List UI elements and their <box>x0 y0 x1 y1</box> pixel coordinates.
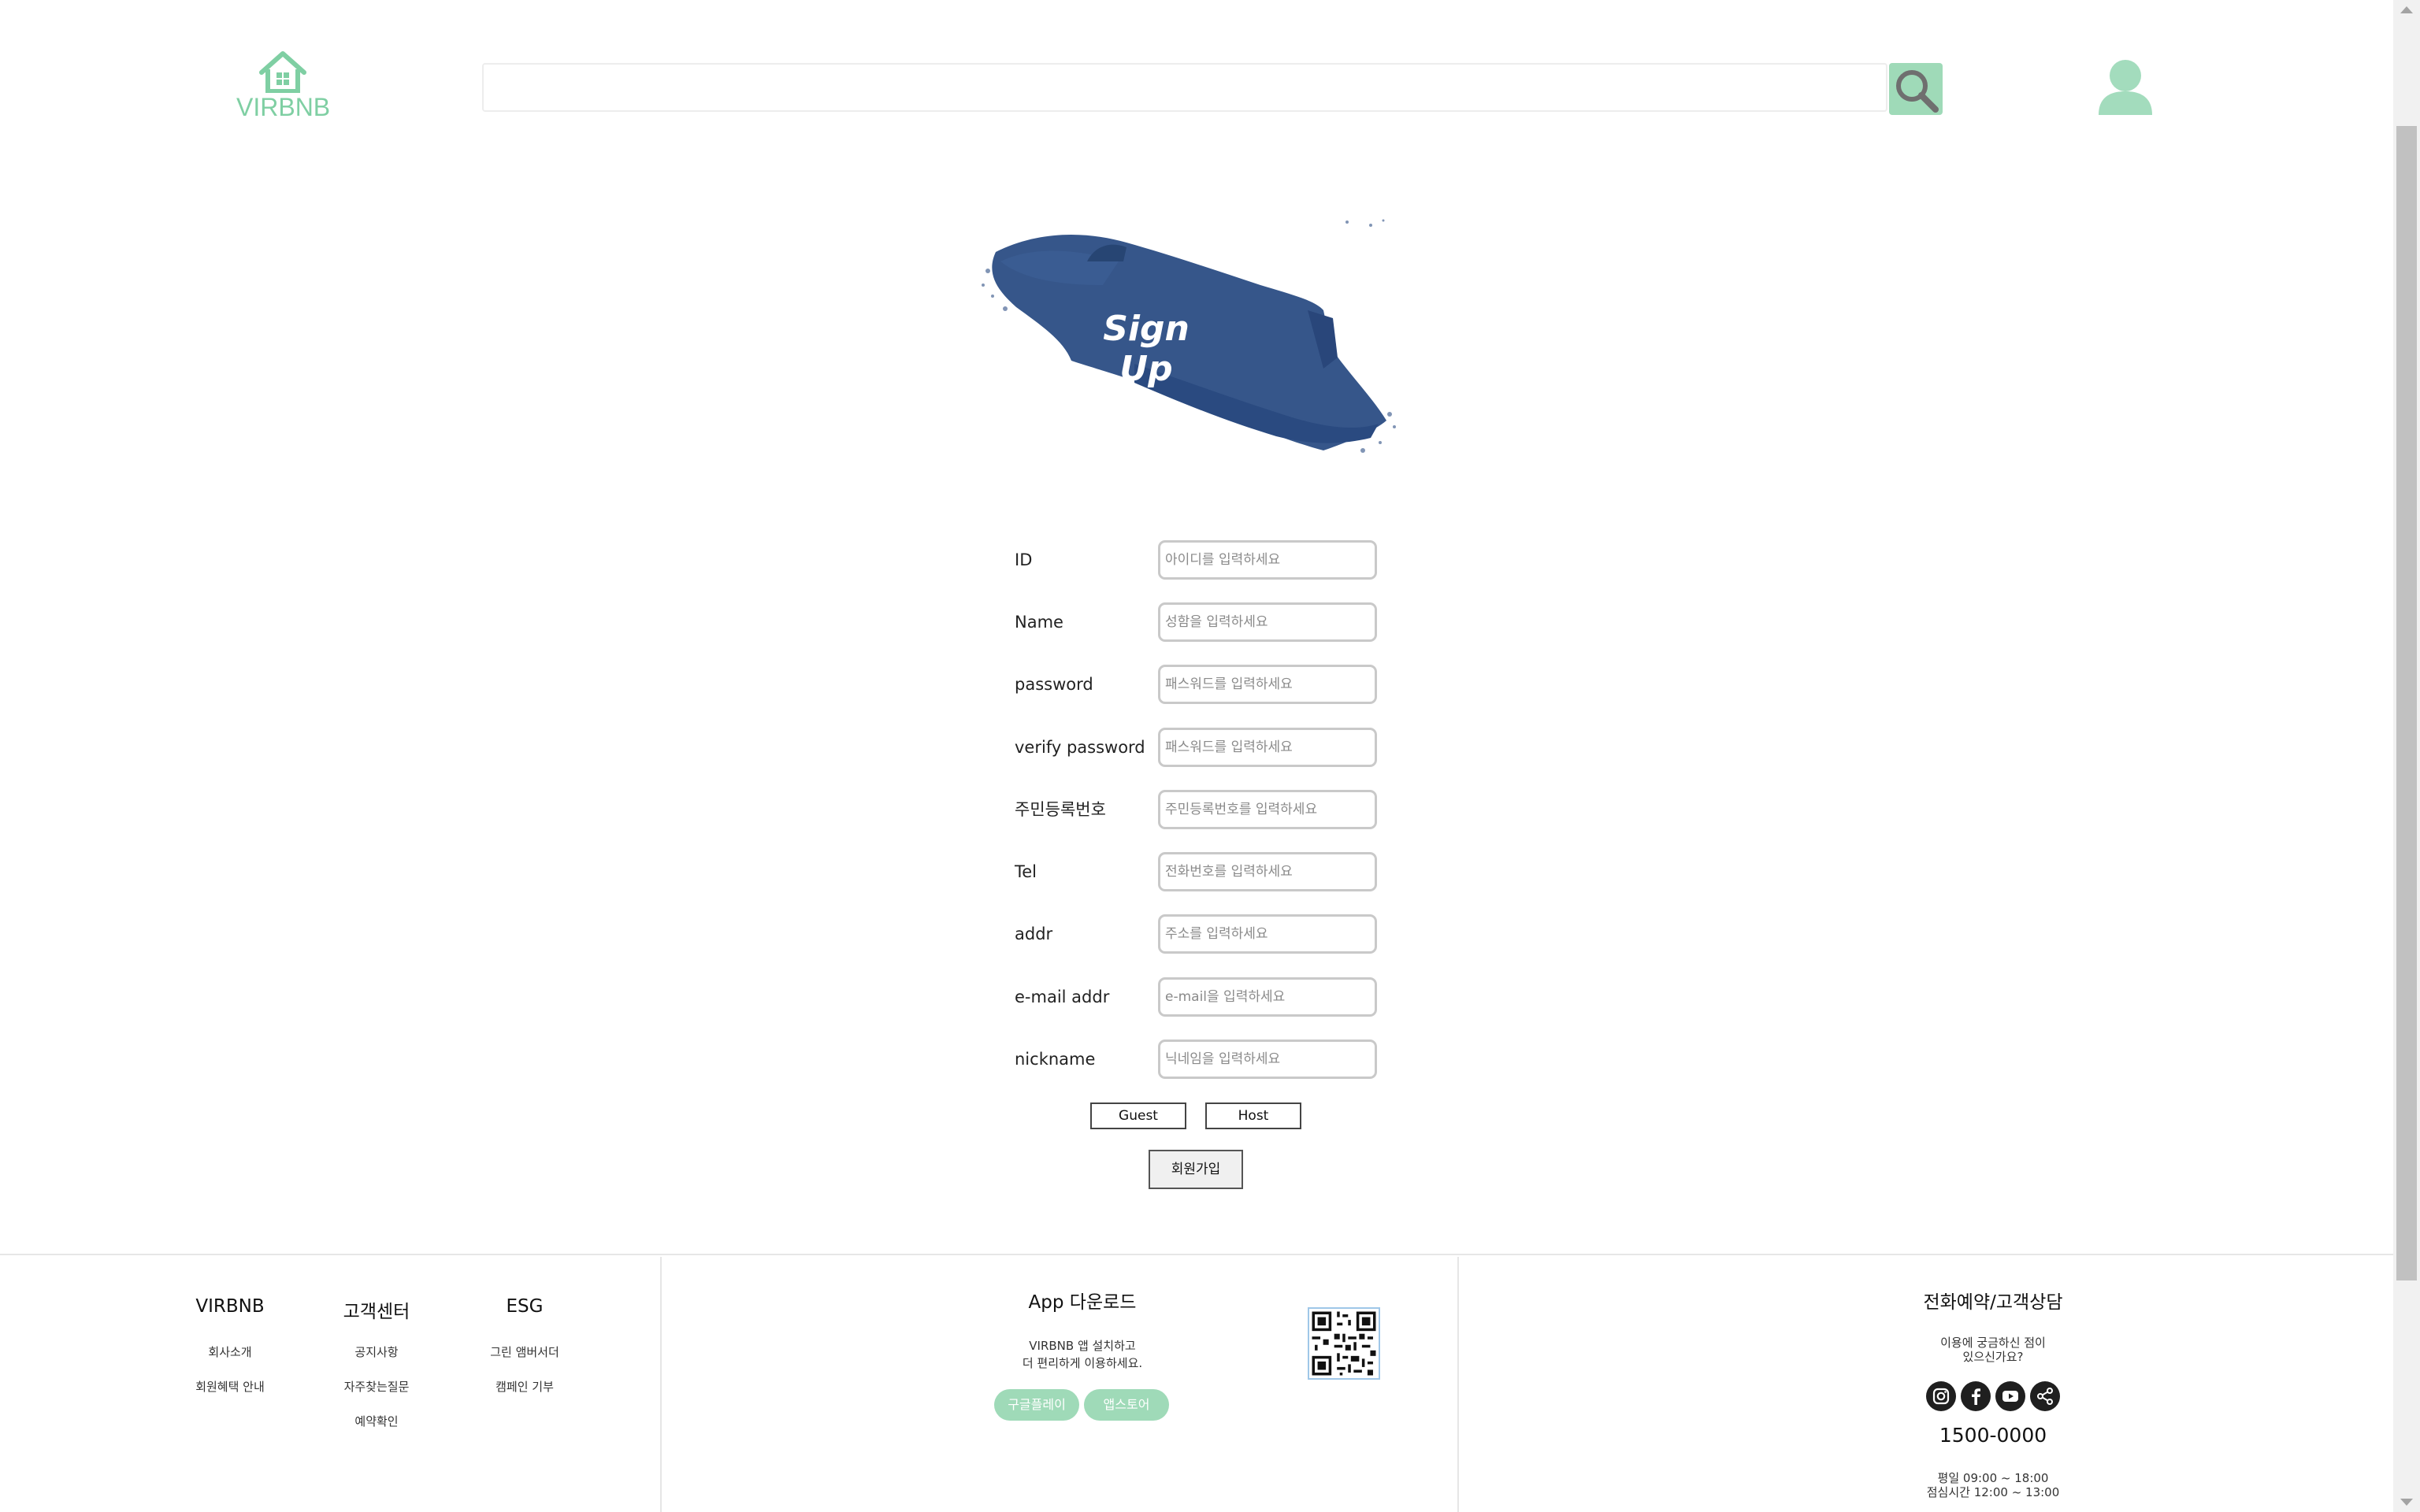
form-row-resident-number: 주민등록번호 <box>1013 790 1377 829</box>
footer-link-benefits[interactable]: 회원혜택 안내 <box>159 1378 301 1395</box>
field-label: addr <box>1015 925 1053 943</box>
footer-link-reservation[interactable]: 예약확인 <box>306 1413 447 1429</box>
field-label: Tel <box>1015 862 1037 881</box>
field-label: nickname <box>1015 1050 1096 1069</box>
footer-link-notice[interactable]: 공지사항 <box>306 1343 447 1360</box>
instagram-icon[interactable] <box>1926 1381 1956 1411</box>
scroll-thumb[interactable] <box>2396 126 2417 1280</box>
id-input[interactable] <box>1158 540 1377 580</box>
form-row-password: password <box>1013 665 1377 704</box>
footer-link-campaign-donation[interactable]: 캠페인 기부 <box>454 1378 596 1395</box>
name-input[interactable] <box>1158 602 1377 642</box>
form-row-id: ID <box>1013 540 1377 580</box>
resident-number-input[interactable] <box>1158 790 1377 829</box>
field-label: Name <box>1015 613 1063 632</box>
form-row-verify-password: verify password <box>1013 728 1377 767</box>
footer-heading-virbnb: VIRBNB <box>195 1296 265 1317</box>
field-label: verify password <box>1015 738 1145 757</box>
logo-text: VIRBNB <box>236 93 331 121</box>
customer-service-title: 전화예약/고객상담 <box>1923 1292 2063 1313</box>
footer-divider <box>0 1254 2393 1255</box>
search-input[interactable] <box>482 63 1887 112</box>
app-download-desc: VIRBNB 앱 설치하고 더 편리하게 이용하세요. <box>971 1337 1194 1372</box>
house-icon <box>259 51 306 93</box>
footer-link-green-ambassador[interactable]: 그린 앰버서더 <box>454 1343 596 1360</box>
addr-input[interactable] <box>1158 914 1377 954</box>
signup-submit-button[interactable]: 회원가입 <box>1149 1150 1243 1189</box>
verify-password-input[interactable] <box>1158 728 1377 767</box>
youtube-icon[interactable] <box>1995 1381 2025 1411</box>
facebook-icon[interactable] <box>1961 1381 1991 1411</box>
app-store-button[interactable]: 앱스토어 <box>1084 1389 1169 1421</box>
page-title: Sign Up <box>1103 309 1190 389</box>
scroll-up-arrow[interactable] <box>2400 6 2413 13</box>
customer-service-desc: 이용에 궁금하신 점이 있으신가요? <box>1906 1336 2080 1364</box>
app-desc-line: VIRBNB 앱 설치하고 <box>1029 1339 1136 1353</box>
share-icon[interactable] <box>2030 1381 2060 1411</box>
guest-button[interactable]: Guest <box>1090 1102 1186 1129</box>
cs-desc-line: 있으신가요? <box>1962 1350 2024 1364</box>
email-input[interactable] <box>1158 977 1377 1017</box>
host-button[interactable]: Host <box>1205 1102 1301 1129</box>
footer-link-company[interactable]: 회사소개 <box>159 1343 301 1360</box>
form-row-name: Name <box>1013 602 1377 642</box>
field-label: e-mail addr <box>1015 988 1110 1006</box>
scroll-down-arrow[interactable] <box>2400 1499 2413 1506</box>
form-row-email: e-mail addr <box>1013 977 1377 1017</box>
footer-heading-customer-center: 고객센터 <box>343 1302 410 1322</box>
form-row-nickname: nickname <box>1013 1040 1377 1079</box>
phone-number: 1500-0000 <box>1939 1424 2047 1447</box>
field-label: password <box>1015 675 1093 694</box>
nickname-input[interactable] <box>1158 1040 1377 1079</box>
tel-input[interactable] <box>1158 852 1377 891</box>
search-icon <box>1896 70 1939 113</box>
search-button[interactable] <box>1889 63 1943 115</box>
field-label: ID <box>1015 550 1033 569</box>
footer-column-divider <box>660 1257 662 1512</box>
business-hours: 평일 09:00 ~ 18:00 점심시간 12:00 ~ 13:00 <box>1906 1471 2080 1499</box>
app-download-title: App 다운로드 <box>1028 1292 1137 1313</box>
scrollbar[interactable] <box>2393 0 2420 1512</box>
app-desc-line: 더 편리하게 이용하세요. <box>1022 1356 1143 1370</box>
hours-line: 평일 09:00 ~ 18:00 <box>1937 1471 2049 1485</box>
field-label: 주민등록번호 <box>1015 800 1106 819</box>
qr-code-icon <box>1308 1307 1380 1380</box>
footer-column-divider <box>1457 1257 1459 1512</box>
logo[interactable]: VIRBNB <box>236 50 331 121</box>
footer-heading-esg: ESG <box>506 1296 544 1317</box>
user-icon[interactable] <box>2097 58 2154 117</box>
form-row-addr: addr <box>1013 914 1377 954</box>
password-input[interactable] <box>1158 665 1377 704</box>
form-row-tel: Tel <box>1013 852 1377 891</box>
google-play-button[interactable]: 구글플레이 <box>994 1389 1079 1421</box>
footer-link-faq[interactable]: 자주찾는질문 <box>306 1378 447 1395</box>
hours-line: 점심시간 12:00 ~ 13:00 <box>1926 1485 2060 1499</box>
cs-desc-line: 이용에 궁금하신 점이 <box>1940 1336 2046 1350</box>
